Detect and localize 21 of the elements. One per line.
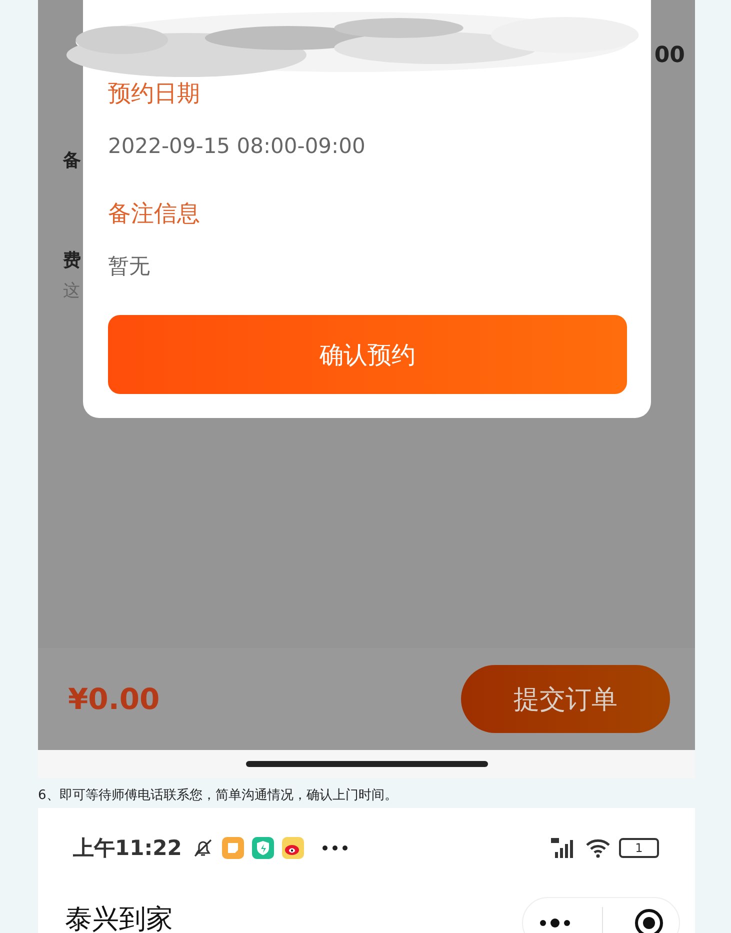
amount-text: 00 [654,42,685,68]
field-value: 暂无 [108,253,151,280]
submit-order-button[interactable]: 提交订单 [461,665,670,733]
muted-bell-icon [192,837,214,859]
close-target-icon[interactable] [634,908,664,933]
field-label: 预约日期 [108,80,201,109]
total-price: ¥0.00 [68,682,160,716]
shield-app-icon [252,837,274,859]
section-heading: 备 [63,149,81,172]
app-title: 泰兴到家 [65,903,173,933]
more-icon [322,845,348,851]
wifi-icon [585,838,611,858]
field-label: 备注信息 [108,200,201,229]
section-heading: 费 [63,249,81,272]
status-time: 上午11:22 [73,835,182,862]
caption-text: 6、即可等待师傅电话联系您，简单沟通情况，确认上门时间。 [38,787,398,805]
battery-icon: 1 [619,838,659,858]
more-icon[interactable] [538,918,570,928]
field-value: 2022-09-15 08:00-09:00 [108,133,366,160]
confirm-button[interactable]: 确认预约 [108,315,627,394]
notes-app-icon [222,837,244,859]
